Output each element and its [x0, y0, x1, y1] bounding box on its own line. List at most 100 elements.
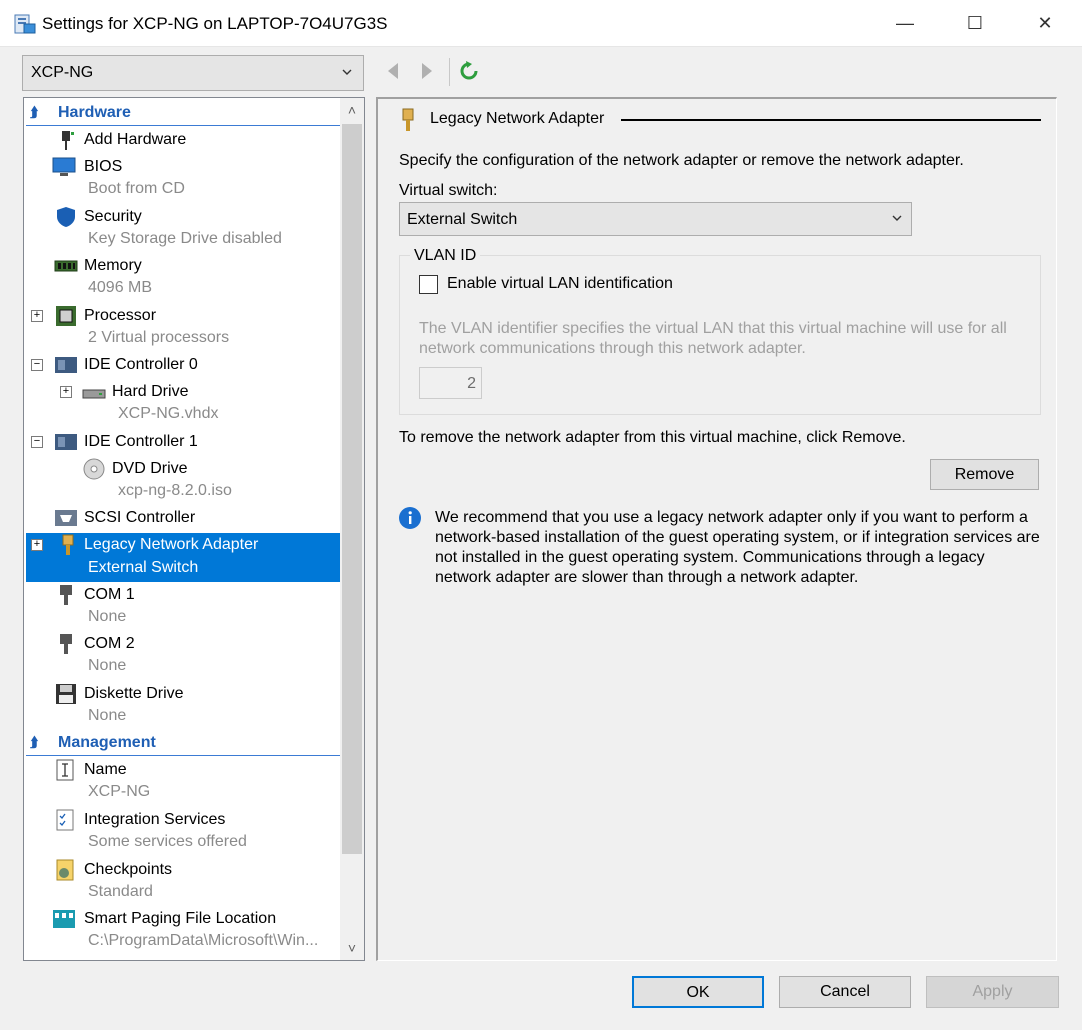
tree-item-detail: C:\ProgramData\Microsoft\Win...	[88, 932, 319, 949]
vlan-legend: VLAN ID	[410, 247, 481, 265]
tree-scrollbar[interactable]: ˄ ˅	[340, 98, 364, 960]
expand-icon[interactable]: +	[31, 539, 43, 551]
window-title: Settings for XCP-NG on LAPTOP-7O4U7G3S	[42, 14, 388, 33]
tree-item-integration-services[interactable]: Integration Services Some services offer…	[26, 808, 340, 856]
tree-item-detail: Some services offered	[88, 833, 247, 850]
scroll-thumb[interactable]	[342, 124, 362, 854]
tree-item-label: Hard Drive	[112, 383, 189, 400]
tree-item-label: IDE Controller 1	[84, 433, 198, 450]
settings-window-icon	[14, 14, 36, 34]
shield-icon	[57, 207, 75, 227]
network-adapter-icon	[402, 108, 414, 131]
tree-item-ide-controller-1[interactable]: − IDE Controller 1	[26, 430, 340, 456]
checkpoint-icon	[56, 859, 74, 881]
group-title: Legacy Network Adapter	[430, 110, 605, 127]
hard-drive-icon	[82, 389, 106, 399]
vm-selector[interactable]: XCP-NG	[22, 55, 364, 91]
title-bar: Settings for XCP-NG on LAPTOP-7O4U7G3S —…	[0, 0, 1082, 47]
toolbar-separator	[449, 58, 450, 86]
monitor-icon	[52, 157, 76, 176]
refresh-icon[interactable]	[458, 60, 480, 82]
checklist-icon	[56, 809, 74, 831]
tree-item-detail: 2 Virtual processors	[88, 329, 230, 346]
floppy-disk-icon	[56, 684, 76, 704]
tree-item-label: Add Hardware	[84, 131, 187, 148]
tree-item-detail: External Switch	[88, 559, 199, 576]
expand-icon[interactable]: +	[31, 310, 43, 322]
tree-item-com-1[interactable]: COM 1 None	[26, 583, 340, 631]
memory-icon	[54, 260, 78, 272]
tree-item-label: Processor	[84, 307, 157, 324]
tree-item-label: COM 2	[84, 635, 135, 652]
cancel-button[interactable]: Cancel	[779, 976, 911, 1008]
scroll-down-icon[interactable]: ˅	[340, 936, 364, 960]
tree-item-hard-drive[interactable]: + Hard Drive XCP-NG.vhdx	[26, 380, 340, 428]
tree-item-add-hardware[interactable]: Add Hardware	[26, 128, 340, 154]
tree-item-bios[interactable]: BIOS Boot from CD	[26, 155, 340, 203]
tree-item-detail: Key Storage Drive disabled	[88, 230, 282, 247]
remove-button[interactable]: Remove	[930, 459, 1039, 490]
vlan-description-line-2: network communications through this netw…	[419, 340, 806, 357]
name-field-icon	[56, 759, 74, 781]
tree-item-detail: None	[88, 657, 127, 674]
tree-item-label: DVD Drive	[112, 460, 188, 477]
controller-icon	[55, 357, 77, 373]
tree-item-label: Security	[84, 208, 142, 225]
tree-item-processor[interactable]: + Processor 2 Virtual processors	[26, 304, 340, 352]
tree-item-diskette-drive[interactable]: Diskette Drive None	[26, 682, 340, 730]
scsi-controller-icon	[55, 510, 77, 526]
maximize-button[interactable]: ☐	[952, 0, 998, 47]
tree-item-scsi-controller[interactable]: SCSI Controller	[26, 506, 340, 532]
add-hardware-icon	[62, 131, 74, 150]
collapse-icon[interactable]: −	[31, 436, 43, 448]
tree-item-label: BIOS	[84, 158, 123, 175]
vm-selector-value: XCP-NG	[31, 64, 94, 81]
network-adapter-icon	[62, 534, 74, 555]
tree-item-memory[interactable]: Memory 4096 MB	[26, 254, 340, 302]
tree-item-detail: None	[88, 707, 127, 724]
forward-arrow-icon[interactable]	[415, 60, 437, 82]
vlan-checkbox-label: Enable virtual LAN identification	[447, 275, 673, 292]
virtual-switch-label: Virtual switch:	[399, 182, 498, 199]
minimize-button[interactable]: —	[882, 0, 928, 47]
tree-item-ide-controller-0[interactable]: − IDE Controller 0	[26, 353, 340, 379]
intro-text: Specify the configuration of the network…	[399, 152, 964, 169]
tree-item-detail: None	[88, 608, 127, 625]
tree-item-label: COM 1	[84, 586, 135, 603]
tree-item-dvd-drive[interactable]: DVD Drive xcp-ng-8.2.0.iso	[26, 457, 340, 505]
section-management[interactable]: ⮭ Management	[26, 730, 340, 756]
collapse-chevron-icon: ⮭	[30, 734, 39, 750]
section-hardware-label: Hardware	[58, 104, 131, 121]
apply-button[interactable]: Apply	[926, 976, 1059, 1008]
tree-item-label: SCSI Controller	[84, 509, 196, 526]
ok-button[interactable]: OK	[632, 976, 764, 1008]
vlan-id-input[interactable]: 2	[419, 367, 482, 399]
tree-item-detail: XCP-NG.vhdx	[118, 405, 219, 422]
collapse-icon[interactable]: −	[31, 359, 43, 371]
virtual-switch-value: External Switch	[407, 211, 518, 228]
info-text: We recommend that you use a legacy netwo…	[435, 509, 1040, 586]
section-hardware[interactable]: ⮭ Hardware	[26, 100, 340, 126]
tree-item-detail: XCP-NG	[88, 783, 151, 800]
tree-item-detail: xcp-ng-8.2.0.iso	[118, 482, 232, 499]
tree-item-label: Smart Paging File Location	[84, 910, 277, 927]
serial-port-icon	[60, 585, 72, 605]
tree-item-detail: Standard	[88, 883, 153, 900]
scroll-up-icon[interactable]: ˄	[340, 98, 364, 122]
virtual-switch-select[interactable]: External Switch	[399, 202, 912, 236]
paging-file-icon	[53, 910, 75, 928]
back-arrow-icon[interactable]	[383, 60, 405, 82]
close-button[interactable]: ✕	[1022, 0, 1068, 47]
tree-item-name[interactable]: Name XCP-NG	[26, 758, 340, 806]
vlan-checkbox[interactable]	[419, 275, 438, 294]
chevron-down-icon	[892, 215, 902, 221]
tree-item-security[interactable]: Security Key Storage Drive disabled	[26, 205, 340, 253]
tree-item-legacy-network-adapter[interactable]: + Legacy Network Adapter External Switch	[26, 533, 340, 582]
tree-item-com-2[interactable]: COM 2 None	[26, 632, 340, 680]
group-divider	[621, 119, 1041, 121]
tree-item-label: Integration Services	[84, 811, 226, 828]
chevron-down-icon	[342, 69, 352, 75]
tree-item-checkpoints[interactable]: Checkpoints Standard	[26, 858, 340, 906]
tree-item-smart-paging[interactable]: Smart Paging File Location C:\ProgramDat…	[26, 907, 340, 957]
expand-icon[interactable]: +	[60, 386, 72, 398]
